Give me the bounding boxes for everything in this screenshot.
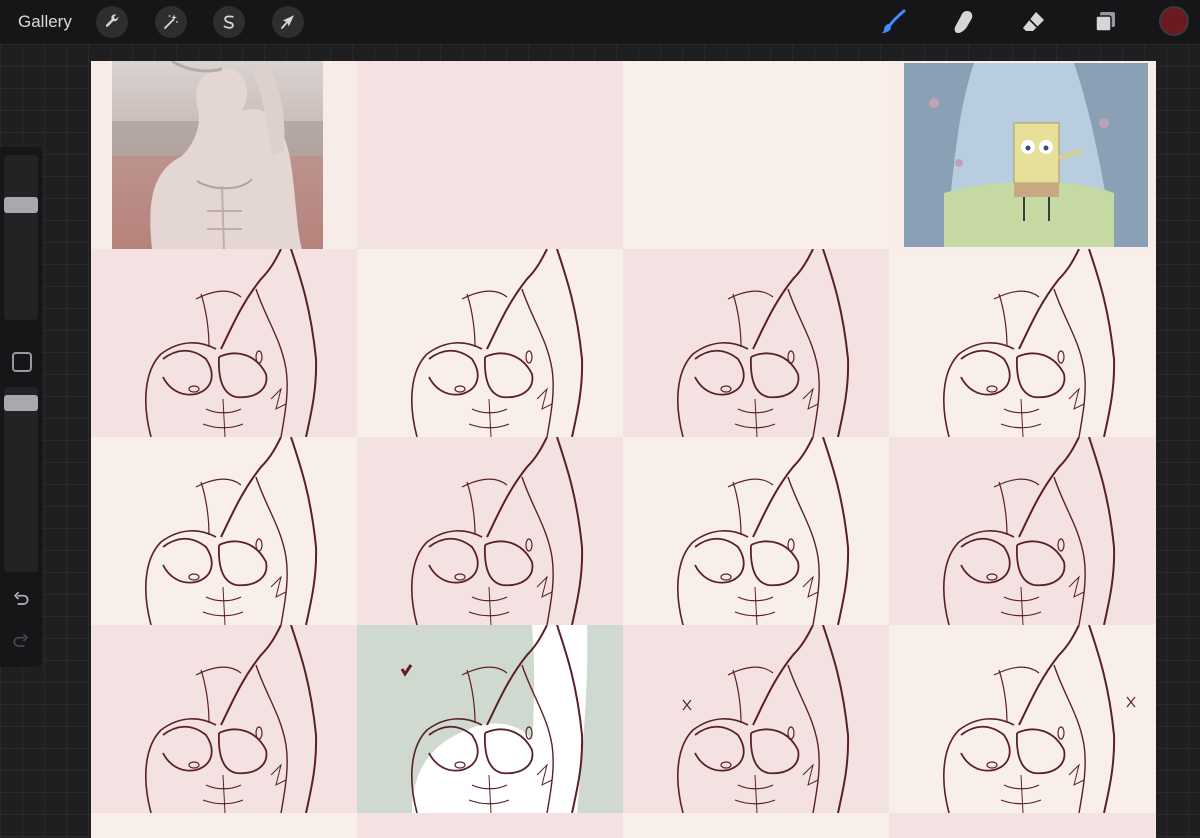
- sketch-cell: [357, 625, 623, 813]
- photo-icon: [112, 61, 323, 249]
- sketch-cell-partial: [357, 813, 623, 838]
- cartoon-sponge-reference: [904, 63, 1148, 247]
- empty-cell: [623, 61, 889, 249]
- sketch-cell: [889, 437, 1155, 625]
- torso-sketch: [145, 249, 318, 437]
- sketch-cell: [889, 249, 1155, 437]
- redo-button[interactable]: [9, 629, 33, 653]
- sketch-cell: [91, 249, 357, 437]
- torso-sketch: [677, 625, 850, 813]
- smudge-tool-button[interactable]: [948, 6, 980, 38]
- sketch-cell-partial: [889, 813, 1155, 838]
- torso-sketch: [411, 437, 584, 625]
- sketch-cell: [623, 249, 889, 437]
- drawing-canvas[interactable]: [91, 61, 1156, 838]
- torso-sketch: [145, 437, 318, 625]
- gallery-button[interactable]: Gallery: [18, 11, 72, 33]
- undo-button[interactable]: [9, 587, 33, 611]
- selection-button[interactable]: [213, 6, 245, 38]
- sketch-cell: [623, 625, 889, 813]
- sketch-cell-partial: [91, 813, 357, 838]
- selection-s-icon: [223, 15, 234, 29]
- x-mark-icon: [682, 699, 692, 711]
- torso-sketch: [411, 249, 584, 437]
- top-toolbar: Gallery: [0, 0, 1200, 44]
- actions-button[interactable]: [96, 6, 128, 38]
- opacity-slider[interactable]: [4, 387, 38, 572]
- arrow-cursor-icon: [281, 15, 294, 29]
- layers-icon: [1095, 12, 1115, 32]
- cartoon-image-icon: [904, 63, 1148, 247]
- x-mark-icon: [1126, 696, 1136, 708]
- brush-size-slider[interactable]: [4, 155, 38, 320]
- torso-sketch: [400, 625, 588, 813]
- sketch-cell: [623, 437, 889, 625]
- sketch-cell: [357, 437, 623, 625]
- torso-sketch: [145, 625, 318, 813]
- torso-sketch: [943, 249, 1116, 437]
- adjustments-button[interactable]: [155, 6, 187, 38]
- brush-size-thumb[interactable]: [4, 197, 38, 213]
- torso-sketch: [943, 625, 1136, 813]
- heart-check-icon: [400, 664, 413, 677]
- wrench-icon: [105, 14, 119, 27]
- eraser-icon: [1023, 12, 1044, 31]
- torso-sketch: [677, 437, 850, 625]
- brush-tool-button[interactable]: [877, 6, 909, 38]
- transform-button[interactable]: [272, 6, 304, 38]
- smudge-finger-icon: [954, 11, 973, 33]
- sketch-cell: [357, 249, 623, 437]
- side-toolbar: [0, 147, 42, 667]
- color-picker-swatch[interactable]: [1159, 6, 1189, 36]
- sketch-cell-partial: [623, 813, 889, 838]
- eraser-tool-button[interactable]: [1018, 6, 1050, 38]
- layers-button[interactable]: [1089, 6, 1121, 38]
- sketch-cell: [889, 625, 1155, 813]
- procreate-app: Gallery: [0, 0, 1200, 838]
- redo-arrow-icon: [13, 633, 29, 647]
- sketch-cell: [91, 437, 357, 625]
- torso-sketch: [677, 249, 850, 437]
- reference-cell-photo: [91, 61, 357, 249]
- undo-arrow-icon: [13, 591, 29, 605]
- opacity-thumb[interactable]: [4, 395, 38, 411]
- magic-wand-icon: [164, 14, 178, 29]
- torso-sketch: [943, 437, 1116, 625]
- empty-cell: [357, 61, 623, 249]
- square-modify-icon[interactable]: [12, 352, 32, 372]
- male-torso-photo-reference: [112, 61, 323, 249]
- reference-cell-cartoon: [889, 61, 1155, 249]
- sketch-cell: [91, 625, 357, 813]
- brush-icon: [882, 9, 906, 33]
